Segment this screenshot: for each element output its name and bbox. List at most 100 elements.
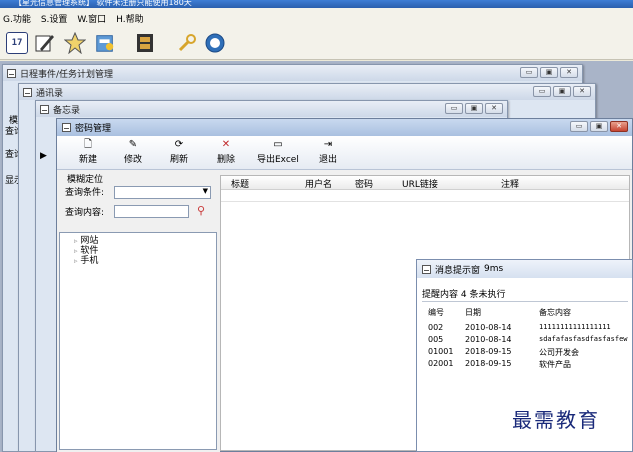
tree-item[interactable]: ▹ 手机 xyxy=(74,256,98,266)
export-icon: ▭ xyxy=(273,139,283,150)
maximize-button[interactable]: ▣ xyxy=(553,86,571,97)
popup-column-header: 日期 xyxy=(465,308,481,317)
menu-bar: G.功能 S.设置 W.窗口 H.帮助 xyxy=(0,8,633,28)
contacts-window-title: 通讯录 xyxy=(36,88,64,99)
exit-button-label: 退出 xyxy=(319,155,338,165)
edit-button-label: 修改 xyxy=(124,155,143,165)
help-icon[interactable] xyxy=(204,32,226,54)
row-content: 软件产品 xyxy=(539,360,571,369)
menu-help[interactable]: H.帮助 xyxy=(116,12,143,25)
minimize-button[interactable]: ▭ xyxy=(520,67,538,78)
app-title-bar: 【星光信息管理系统】 软件未注册只能使用180天 xyxy=(0,0,633,8)
delete-button-label: 删除 xyxy=(217,155,236,165)
row-id: 01001 xyxy=(428,347,454,356)
tree-item-label: 手机 xyxy=(80,256,99,266)
window-icon xyxy=(62,123,71,132)
new-button[interactable]: 🗋 新建 xyxy=(79,139,97,165)
menu-settings[interactable]: S.设置 xyxy=(41,12,68,25)
minimize-button[interactable]: ▭ xyxy=(533,86,551,97)
popup-title: 消息提示窗 xyxy=(435,265,481,276)
password-toolbar: 🗋 新建 ✎ 修改 ⟳ 刷新 ✕ 删除 ▭ 导出Excel ⇥ 退出 xyxy=(57,136,632,170)
condition-select[interactable]: ▼ xyxy=(114,186,211,199)
new-icon: 🗋 xyxy=(83,139,93,150)
contacts-window-caption: 通讯录 ▭ ▣ ✕ xyxy=(19,84,595,100)
row-id: 02001 xyxy=(428,359,454,368)
calendar-icon[interactable]: 17 xyxy=(6,32,28,54)
maximize-button[interactable]: ▣ xyxy=(590,121,608,132)
table-row[interactable] xyxy=(221,190,629,202)
filter-heading: 模糊定位 xyxy=(67,175,104,185)
condition-label: 查询条件: xyxy=(65,188,105,198)
watermark: 最需教育 xyxy=(512,408,600,432)
content-label: 查询内容: xyxy=(65,208,105,218)
tree-items: ▹ 网站 ▹ 软件 ▹ 手机 xyxy=(74,236,98,266)
edit-icon: ✎ xyxy=(128,139,138,150)
column-header[interactable]: 注释 xyxy=(501,177,519,190)
tools-icon[interactable] xyxy=(176,32,198,54)
exit-button[interactable]: ⇥ 退出 xyxy=(319,139,337,165)
pencil-icon[interactable] xyxy=(34,32,56,54)
app-title: 【星光信息管理系统】 软件未注册只能使用180天 xyxy=(14,0,192,7)
tree-item[interactable]: ▹ 软件 xyxy=(74,246,98,256)
refresh-icon: ⟳ xyxy=(174,139,184,150)
refresh-button-label: 刷新 xyxy=(170,155,189,165)
row-id: 005 xyxy=(428,335,444,344)
divider xyxy=(422,301,628,302)
badge-icon[interactable] xyxy=(64,32,86,54)
menu-function[interactable]: G.功能 xyxy=(3,12,31,25)
calendar-day: 17 xyxy=(11,38,23,48)
maximize-button[interactable]: ▣ xyxy=(465,103,483,114)
memo-window-title: 备忘录 xyxy=(53,105,81,116)
popup-column-header: 编号 xyxy=(428,308,444,317)
export-button-label: 导出Excel xyxy=(257,155,299,165)
column-header[interactable]: 用户名 xyxy=(305,177,332,190)
window-icon xyxy=(23,87,32,97)
row-content: 11111111111111111 xyxy=(539,323,611,331)
schedule-window-caption: 日程事件/任务计划管理 ▭ ▣ ✕ xyxy=(3,65,582,81)
maximize-button[interactable]: ▣ xyxy=(540,67,558,78)
close-button[interactable]: ✕ xyxy=(560,67,578,78)
password-manager-caption: 密码管理 ▭ ▣ ✕ xyxy=(57,119,632,136)
delete-button[interactable]: ✕ 删除 xyxy=(217,139,235,165)
memo-window-caption: 备忘录 ▭ ▣ ✕ xyxy=(36,101,507,117)
tree-item[interactable]: ▹ 网站 xyxy=(74,236,98,246)
row-date: 2010-08-14 xyxy=(465,335,512,344)
row-content: 公司开发会 xyxy=(539,348,579,357)
minimize-button[interactable]: ▭ xyxy=(445,103,463,114)
refresh-button[interactable]: ⟳ 刷新 xyxy=(170,139,188,165)
row-id: 002 xyxy=(428,323,444,332)
column-header[interactable]: 密码 xyxy=(355,177,373,190)
column-header[interactable]: 标题 xyxy=(231,177,249,190)
new-button-label: 新建 xyxy=(79,155,98,165)
password-manager-title: 密码管理 xyxy=(75,124,112,134)
row-date: 2018-09-15 xyxy=(465,347,512,356)
edit-button[interactable]: ✎ 修改 xyxy=(124,139,142,165)
dropdown-arrow-icon: ▼ xyxy=(202,187,208,195)
popup-time: 9ms xyxy=(484,264,504,274)
row-content: sdafafasfasdfasfasfew xyxy=(539,335,628,343)
filmstrip-icon[interactable] xyxy=(134,32,156,54)
popup-caption: 消息提示窗 9ms xyxy=(417,260,632,278)
main-toolbar: 17 xyxy=(0,28,633,60)
minimize-button[interactable]: ▭ xyxy=(570,121,588,132)
notebook-icon[interactable] xyxy=(94,32,116,54)
close-button[interactable]: ✕ xyxy=(610,121,628,132)
content-input[interactable] xyxy=(114,205,189,218)
export-excel-button[interactable]: ▭ 导出Excel xyxy=(257,139,299,165)
exit-icon: ⇥ xyxy=(323,139,333,150)
tree-item-label: 软件 xyxy=(80,246,99,256)
window-icon xyxy=(7,68,16,78)
filter-panel: 模糊定位 查询条件: ▼ 查询内容: ⚲ ▹ 网站 ▹ 软件 ▹ 手机 xyxy=(57,170,220,452)
menu-window[interactable]: W.窗口 xyxy=(77,12,106,25)
window-icon xyxy=(422,264,431,274)
row-date: 2018-09-15 xyxy=(465,359,512,368)
tree-item-label: 网站 xyxy=(80,236,99,246)
close-button[interactable]: ✕ xyxy=(485,103,503,114)
grid-header: 标题 用户名 密码 URL链接 注释 xyxy=(221,176,629,190)
popup-summary: 提醒内容 4 条未执行 xyxy=(422,290,506,300)
search-icon[interactable]: ⚲ xyxy=(197,204,205,217)
row-date: 2010-08-14 xyxy=(465,323,512,332)
close-button[interactable]: ✕ xyxy=(573,86,591,97)
column-header[interactable]: URL链接 xyxy=(402,177,438,190)
category-tree: ▹ 网站 ▹ 软件 ▹ 手机 xyxy=(59,232,217,450)
